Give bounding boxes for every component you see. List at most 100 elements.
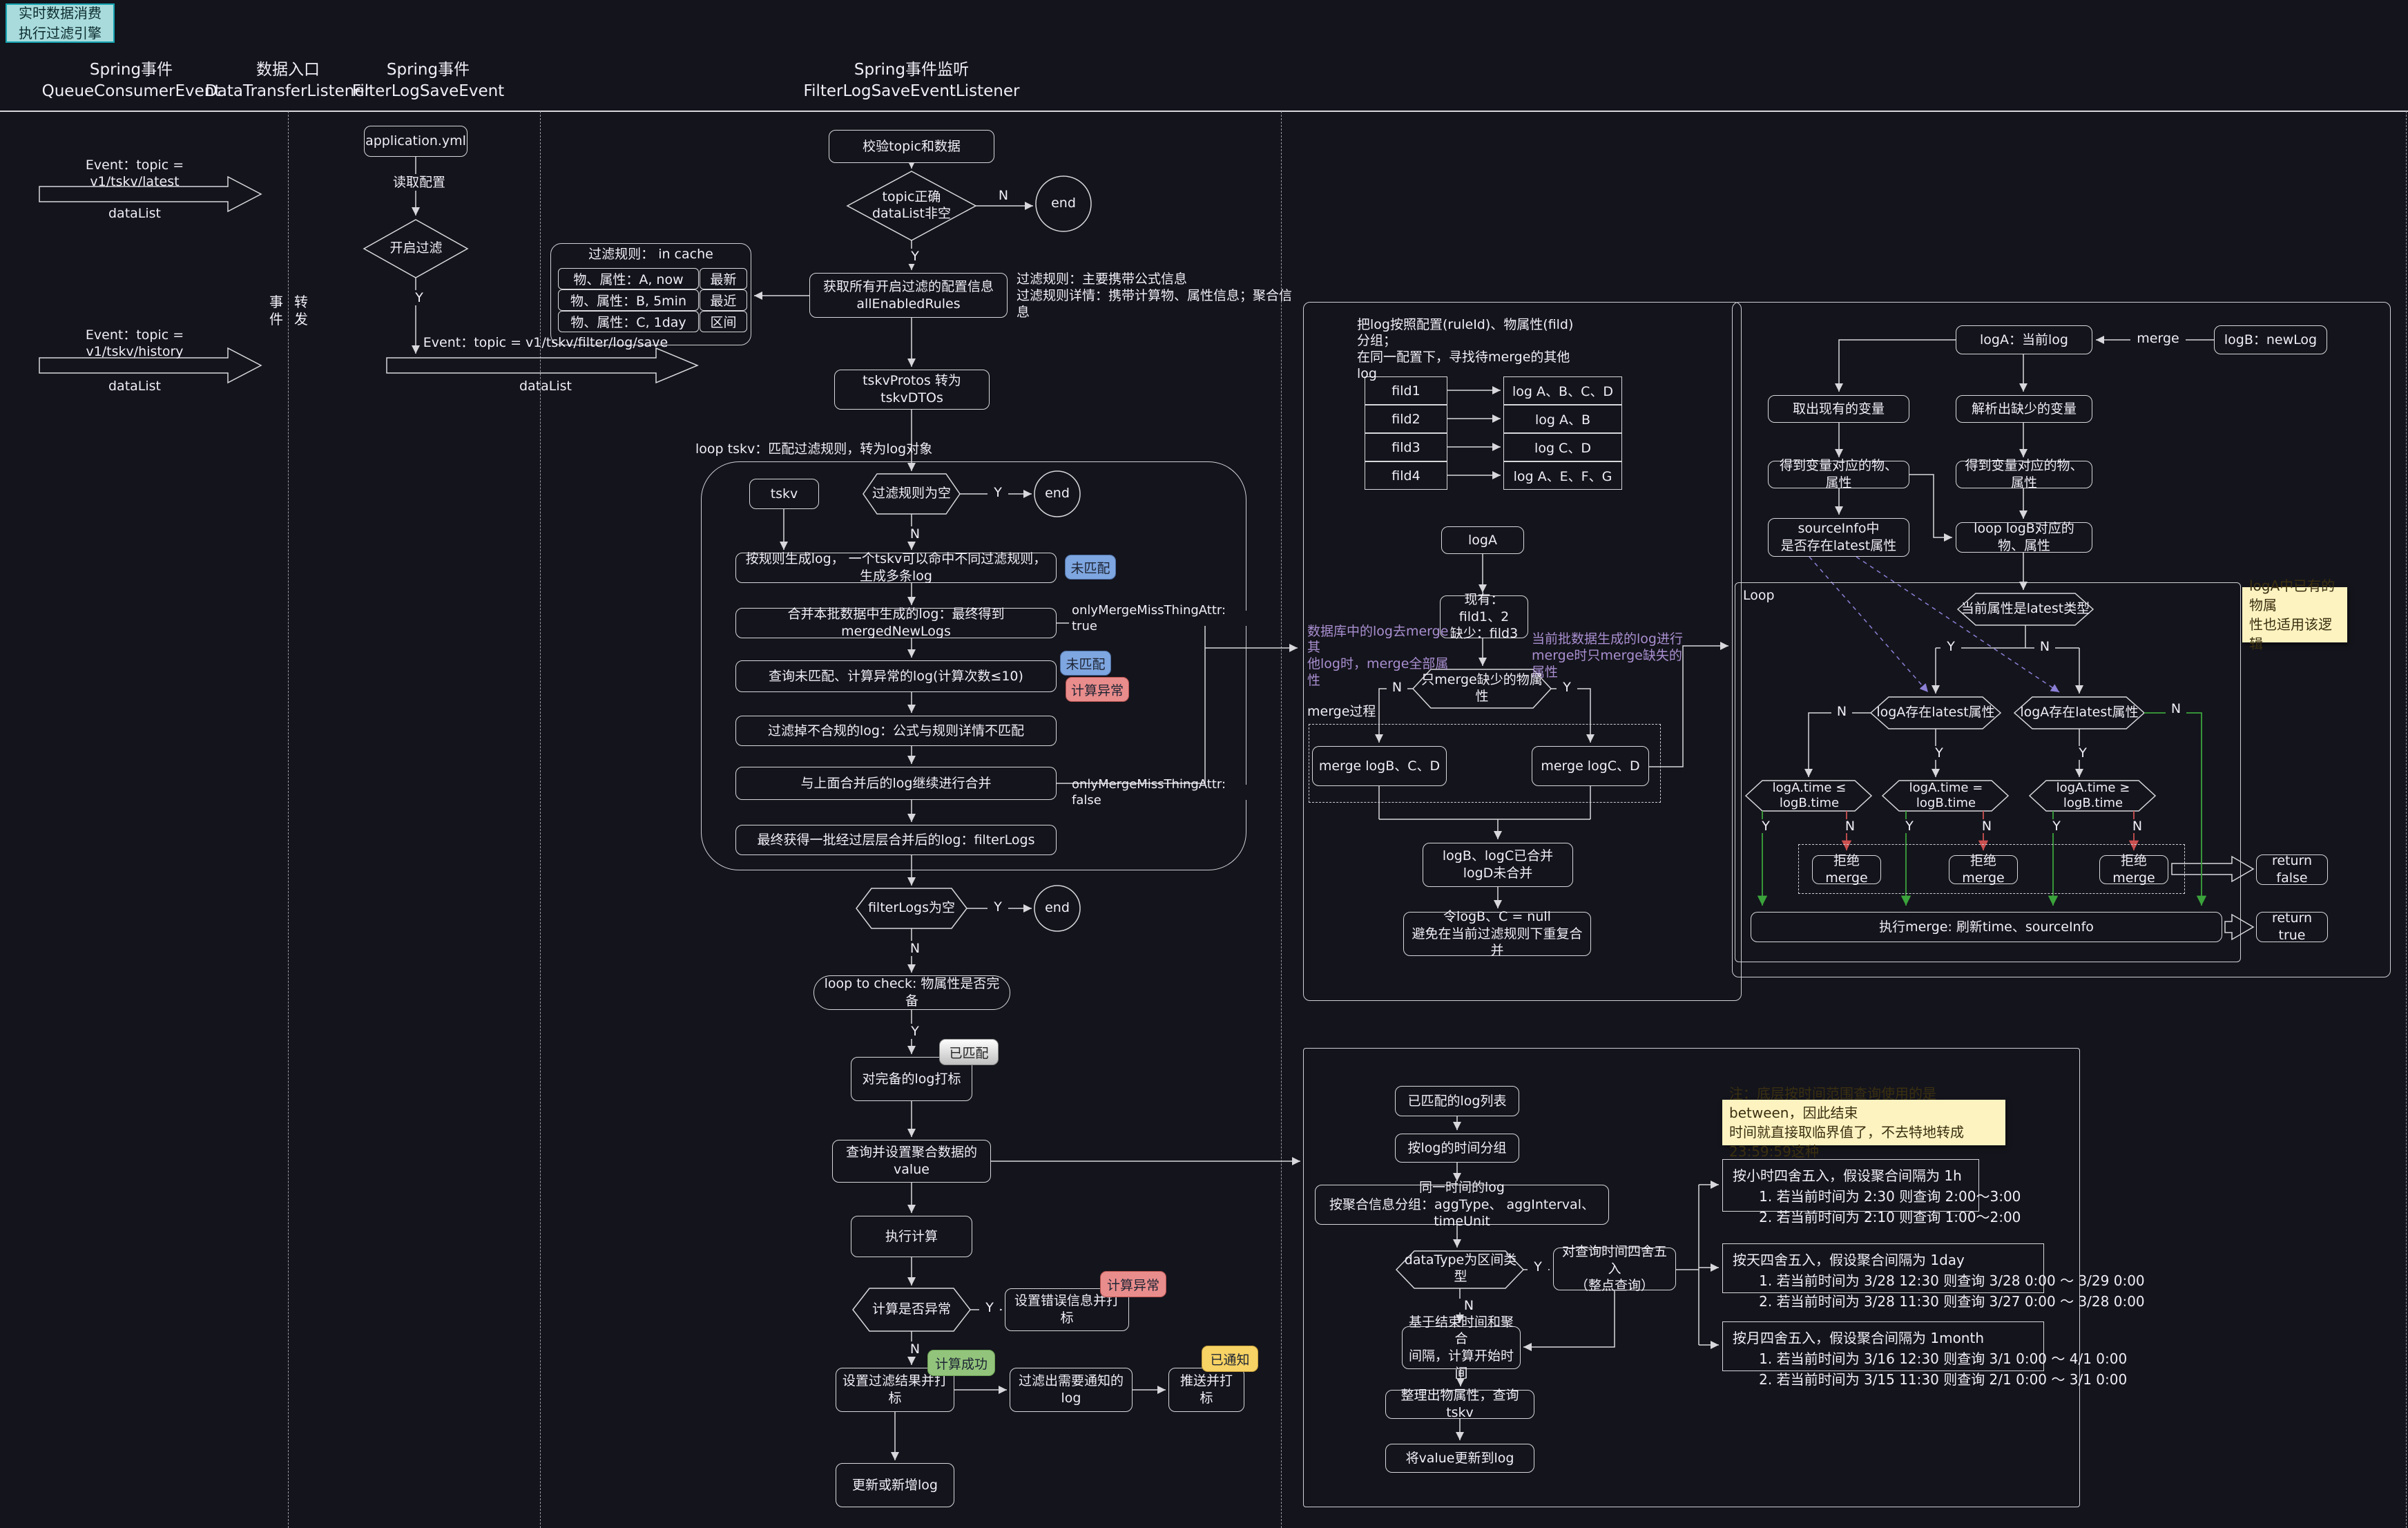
node-calc-start: 基于结束时间和聚合 间隔，计算开始时间 [1402,1326,1521,1369]
text-topic-check: topic正确 dataList非空 [856,188,967,224]
node-merged-state: logB、logC已合并 logD未合并 [1423,843,1573,887]
node-filter-notify: 过滤出需要通知的log [1010,1368,1133,1412]
label-y-time-le: Y [1755,819,1776,833]
text-time-ge: logA.time ≥ logB.time [2032,787,2154,804]
example-day: 按天四舍五入，假设聚合间隔为 1day 1. 若当前时间为 3/28 12:30… [1722,1243,2044,1293]
sticky-note-loga-logic: logA中已有的物属 性也适用该逻辑 [2242,587,2347,642]
cache-row-tag: 区间 [700,311,747,332]
node-gen-log: 按规则生成log， 一个tskv可以命中不同过滤规则，生成多条log [735,553,1057,583]
badge-notified: 已通知 [1202,1346,1258,1372]
label-y-has-latest-left: Y [1929,746,1949,760]
node-reject-merge-1: 拒绝merge [1812,855,1881,884]
loop-container [1735,582,2241,962]
node-push-mark: 推送并打标 [1168,1368,1244,1412]
group-intro: 把log按照配置(ruleId)、物属性(fild)分组； 在同一配置下，寻找待… [1357,330,1585,369]
node-have-missing: 现有：fild1、2 缺少：fild3 [1440,595,1528,638]
badge-unmatched-1: 未匹配 [1065,555,1116,580]
loop-tskv-label: loop tskv：匹配过滤规则，转为log对象 [695,441,992,459]
badge-calc-ok: 计算成功 [927,1350,995,1376]
node-logb-new: logB：newLog [2214,325,2327,354]
fild-cell: fild3 [1365,433,1447,461]
text-has-latest-right: logA存在latest属性 [2019,705,2140,721]
text-has-latest-left: logA存在latest属性 [1875,705,1996,721]
node-exec-calc: 执行计算 [851,1216,972,1257]
label-only-merge-false: onlyMergeMissThingAttr: false [1069,785,1249,800]
node-return-true: return true [2256,912,2328,942]
badge-calc-error-2: 计算异常 [1100,1271,1166,1297]
label-n-is-latest: N [2034,640,2055,653]
node-group-by-agg: 同一时间的log 按聚合信息分组：aggType、 aggInterval、ti… [1315,1185,1609,1225]
event-latest-label: Event：topic = v1/tskv/latest [41,166,228,182]
event-history-label: Event：topic = v1/tskv/history [41,336,228,352]
node-merge-bcd: merge logB、C、D [1312,746,1447,786]
text-filterlogs-empty: filterLogs为空 [856,899,967,917]
node-reject-merge-2: 拒绝merge [1949,855,2018,884]
node-round-query: 对查询时间四舍五入 （整点查询） [1553,1248,1676,1290]
node-loop-check: loop to check: 物属性是否完备 [813,975,1010,1010]
loop-label: Loop [1743,587,1791,605]
text-end-2: end [1040,485,1075,503]
node-query-unmatched: 查询未匹配、计算异常的log(计算次数≤10) [735,660,1057,692]
label-y-time-eq: Y [1899,819,1920,833]
block-arrow-filter-save [387,348,697,383]
cache-row-attr: 物、属性：A, now [558,268,699,289]
text-only-miss: 只merge缺少的物属性 [1420,680,1544,698]
note-merge-all: 数据库中的log去merge其 他log时，merge全部属性 [1307,638,1449,674]
label-y-time-ge: Y [2046,819,2067,833]
label-n-only-miss: N [1387,680,1407,695]
node-merge-new-logs: 合并本批数据中生成的log：最终得到mergedNewLogs [735,608,1057,638]
note-merge-missing: 当前批数据生成的log进行 merge时只merge缺失的属性 [1532,638,1691,674]
event-history-datalist: dataList [41,379,228,395]
node-reject-merge-3: 拒绝merge [2099,855,2168,884]
text-is-latest: 当前属性是latest类型 [1960,601,2091,618]
node-get-attr-left: 得到变量对应的物、属性 [1768,461,1909,488]
node-parse-missing: 解析出缺少的变量 [1956,395,2092,423]
node-loga: logA [1441,526,1524,554]
text-rule-empty: 过滤规则为空 [863,485,960,503]
label-only-merge-true: onlyMergeMissThingAttr: true [1069,611,1249,626]
node-collect-query-tskv: 整理出物属性，查询tskv [1385,1390,1534,1419]
cache-title: 过滤规则： in cache [556,246,746,264]
divider-label-event: 事 件 [268,294,285,328]
label-y-rule-empty: Y [988,485,1008,500]
label-y-has-latest-right: Y [2072,746,2093,760]
label-y-topic: Y [905,249,925,264]
node-group-by-time: 按log的时间分组 [1395,1134,1519,1163]
node-tskv: tskv [749,479,819,509]
label-n-time-le: N [1840,819,1860,833]
event-filter-save-label: Event：topic = v1/tskv/filter/log/save [414,334,677,352]
text-end-3: end [1040,899,1075,917]
node-update-value: 将value更新到log [1385,1444,1534,1473]
badge-unmatched-2: 未匹配 [1060,651,1111,676]
label-n-is-range: N [1458,1299,1479,1312]
node-get-rules: 获取所有开启过滤的配置信息 allEnabledRules [809,273,1008,318]
label-y-filterlogs: Y [988,899,1008,915]
label-n-time-eq: N [1976,819,1997,833]
label-read-config: 读取配置 [385,174,453,191]
text-end-1: end [1046,195,1081,213]
event-latest-datalist: dataList [41,206,228,222]
node-merge-cd: merge logC、D [1532,746,1649,786]
label-y-calc-error: Y [979,1300,1000,1315]
node-get-attr-right: 得到变量对应的物、属性 [1956,461,2092,488]
label-n-rule-empty: N [905,526,925,542]
node-merge-again: 与上面合并后的log继续进行合并 [735,767,1057,800]
label-y-is-range: Y [1528,1260,1548,1274]
label-n-has-latest-right: N [2166,702,2186,716]
label-n-topic: N [993,188,1014,203]
lane-header-listener: Spring事件监听 FilterLogSaveEventListener [794,59,1029,102]
text-calc-error-q: 计算是否异常 [855,1300,968,1319]
cache-row-attr: 物、属性：B, 5min [558,289,699,311]
fild-logs-cell: log C、D [1503,433,1622,461]
badge-matched: 已匹配 [939,1039,999,1065]
node-final-logs: 最终获得一批经过层层合并后的log：filterLogs [735,825,1057,855]
node-do-merge: 执行merge: 刷新time、sourceInfo [1751,912,2222,942]
label-merge-process: merge过程 [1307,703,1397,721]
label-y-enable: Y [409,290,430,305]
lane-header-queue-consumer: Spring事件 QueueConsumerEvent [41,59,221,102]
sticky-note-between: 注：底层按时间范围查询使用的是between，因此结束 时间就直接取临界值了，不… [1722,1100,2005,1145]
label-n-calc-error: N [905,1341,925,1357]
example-hour: 按小时四舍五入，假设聚合间隔为 1h 1. 若当前时间为 2:30 则查询 2:… [1722,1159,1979,1212]
badge-calc-error-1: 计算异常 [1066,677,1129,702]
cache-row-tag: 最近 [700,289,747,311]
